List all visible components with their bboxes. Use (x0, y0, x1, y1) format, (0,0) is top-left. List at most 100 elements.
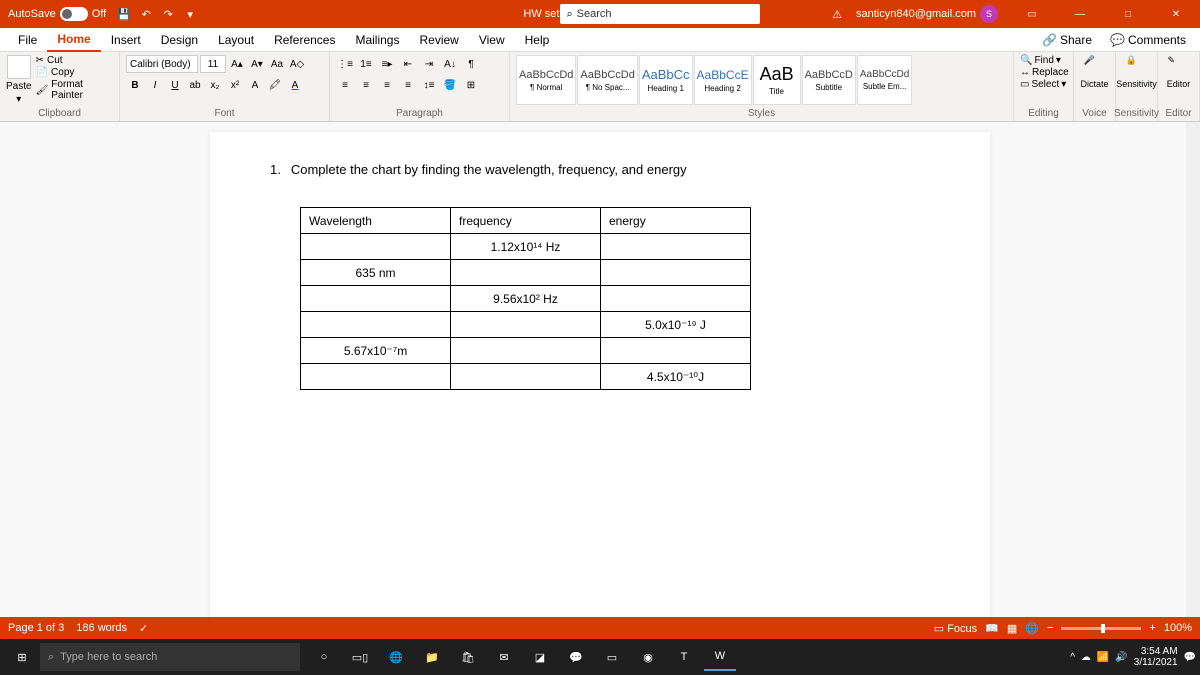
style-item[interactable]: AaBbCcDd¶ Normal (516, 55, 576, 105)
change-case-icon[interactable]: Aa (268, 55, 286, 73)
tab-insert[interactable]: Insert (101, 29, 151, 51)
notifications-icon[interactable]: 💬 (1184, 652, 1196, 663)
style-item[interactable]: AaBbCcDd¶ No Spac... (577, 55, 637, 105)
justify-icon[interactable]: ≡ (399, 76, 417, 94)
tab-references[interactable]: References (264, 29, 345, 51)
align-left-icon[interactable]: ≡ (336, 76, 354, 94)
clear-format-icon[interactable]: A◇ (288, 55, 306, 73)
decrease-indent-icon[interactable]: ⇤ (399, 55, 417, 73)
numbering-icon[interactable]: 1≡ (357, 55, 375, 73)
comments-button[interactable]: 💬 Comments (1104, 31, 1192, 49)
chevron-down-icon[interactable]: ▾ (16, 94, 21, 105)
tab-review[interactable]: Review (409, 29, 468, 51)
tray-chevron-icon[interactable]: ^ (1070, 652, 1075, 663)
table-row[interactable]: 9.56x10² Hz (301, 286, 751, 312)
table-row[interactable]: 1.12x10¹⁴ Hz (301, 234, 751, 260)
spell-check-icon[interactable]: ✓ (139, 622, 148, 635)
header-frequency[interactable]: frequency (451, 208, 601, 234)
zoom-level[interactable]: 100% (1164, 622, 1192, 634)
replace-button[interactable]: ↔ Replace (1020, 67, 1067, 78)
word-icon[interactable]: W (704, 643, 736, 671)
copy-button[interactable]: 📄 Copy (36, 67, 113, 78)
editor-icon[interactable]: ✎ (1168, 55, 1190, 77)
warning-icon[interactable]: ⚠ (832, 8, 842, 21)
font-size-input[interactable] (200, 55, 226, 73)
dictate-label[interactable]: Dictate (1080, 79, 1108, 89)
table-row[interactable]: 635 nm (301, 260, 751, 286)
text-effects-icon[interactable]: A (246, 76, 264, 94)
zoom-slider[interactable] (1061, 627, 1141, 630)
align-center-icon[interactable]: ≡ (357, 76, 375, 94)
bold-button[interactable]: B (126, 76, 144, 94)
wifi-icon[interactable]: 📶 (1097, 652, 1109, 663)
tab-file[interactable]: File (8, 29, 47, 51)
document-area[interactable]: 1. Complete the chart by finding the wav… (0, 122, 1200, 617)
multilevel-icon[interactable]: ≡▸ (378, 55, 396, 73)
tab-view[interactable]: View (469, 29, 515, 51)
font-color-icon[interactable]: A (286, 76, 304, 94)
align-right-icon[interactable]: ≡ (378, 76, 396, 94)
onedrive-icon[interactable]: ☁ (1081, 652, 1091, 663)
find-button[interactable]: 🔍 Find ▾ (1020, 55, 1067, 66)
line-spacing-icon[interactable]: ↕≡ (420, 76, 438, 94)
sort-icon[interactable]: A↓ (441, 55, 459, 73)
word-count[interactable]: 186 words (76, 622, 127, 634)
tab-home[interactable]: Home (47, 28, 100, 52)
tab-help[interactable]: Help (515, 29, 560, 51)
tab-layout[interactable]: Layout (208, 29, 264, 51)
subscript-button[interactable]: x₂ (206, 76, 224, 94)
select-button[interactable]: ▭ Select ▾ (1020, 79, 1067, 90)
autosave-toggle[interactable]: AutoSave Off (8, 7, 106, 21)
app-icon[interactable]: ▭ (596, 643, 628, 671)
header-energy[interactable]: energy (601, 208, 751, 234)
ribbon-display-icon[interactable]: ▭ (1012, 0, 1052, 28)
zoom-in-icon[interactable]: + (1149, 622, 1155, 634)
chrome-icon[interactable]: ◉ (632, 643, 664, 671)
cortana-icon[interactable]: ○ (308, 643, 340, 671)
paste-button[interactable]: Paste ▾ (6, 55, 32, 105)
format-painter-button[interactable]: 🖌 Format Painter (36, 79, 113, 101)
font-name-input[interactable] (126, 55, 198, 73)
focus-mode[interactable]: ▭ Focus (934, 622, 977, 635)
dictate-icon[interactable]: 🎤 (1084, 55, 1106, 77)
style-item[interactable]: AaBbCcEHeading 2 (694, 55, 752, 105)
underline-button[interactable]: U (166, 76, 184, 94)
table-row[interactable]: 5.0x10⁻¹⁹ J (301, 312, 751, 338)
clock[interactable]: 3:54 AM 3/11/2021 (1134, 646, 1178, 668)
toggle-switch[interactable] (60, 7, 88, 21)
scrollbar[interactable] (1186, 122, 1200, 617)
tab-design[interactable]: Design (151, 29, 208, 51)
tab-mailings[interactable]: Mailings (345, 29, 409, 51)
undo-icon[interactable]: ↶ (138, 6, 154, 22)
save-icon[interactable]: 💾 (116, 6, 132, 22)
superscript-button[interactable]: x² (226, 76, 244, 94)
print-layout-icon[interactable]: ▦ (1007, 622, 1017, 635)
web-layout-icon[interactable]: 🌐 (1025, 622, 1039, 635)
header-wavelength[interactable]: Wavelength (301, 208, 451, 234)
volume-icon[interactable]: 🔊 (1115, 652, 1127, 663)
app-icon[interactable]: T (668, 643, 700, 671)
app-icon[interactable]: 💬 (560, 643, 592, 671)
task-view-icon[interactable]: ▭▯ (344, 643, 376, 671)
style-item[interactable]: AaBbCcHeading 1 (639, 55, 693, 105)
cut-button[interactable]: ✂ Cut (36, 55, 113, 66)
maximize-icon[interactable]: □ (1108, 0, 1148, 28)
close-icon[interactable]: ✕ (1156, 0, 1196, 28)
style-item[interactable]: AaBbCcDSubtitle (802, 55, 856, 105)
qat-dropdown-icon[interactable]: ▾ (182, 6, 198, 22)
table-row[interactable]: 5.67x10⁻⁷m (301, 338, 751, 364)
app-icon[interactable]: ◪ (524, 643, 556, 671)
minimize-icon[interactable]: — (1060, 0, 1100, 28)
bullets-icon[interactable]: ⋮≡ (336, 55, 354, 73)
explorer-icon[interactable]: 📁 (416, 643, 448, 671)
share-button[interactable]: 🔗 Share (1036, 31, 1098, 49)
mail-icon[interactable]: ✉ (488, 643, 520, 671)
page-indicator[interactable]: Page 1 of 3 (8, 622, 64, 634)
data-table[interactable]: Wavelength frequency energy 1.12x10¹⁴ Hz… (300, 207, 751, 390)
start-button[interactable]: ⊞ (4, 639, 40, 675)
shrink-font-icon[interactable]: A▾ (248, 55, 266, 73)
account-button[interactable]: santicyn840@gmail.com S (850, 3, 1004, 25)
store-icon[interactable]: 🛍 (452, 643, 484, 671)
grow-font-icon[interactable]: A▴ (228, 55, 246, 73)
sensitivity-icon[interactable]: 🔒 (1126, 55, 1148, 77)
